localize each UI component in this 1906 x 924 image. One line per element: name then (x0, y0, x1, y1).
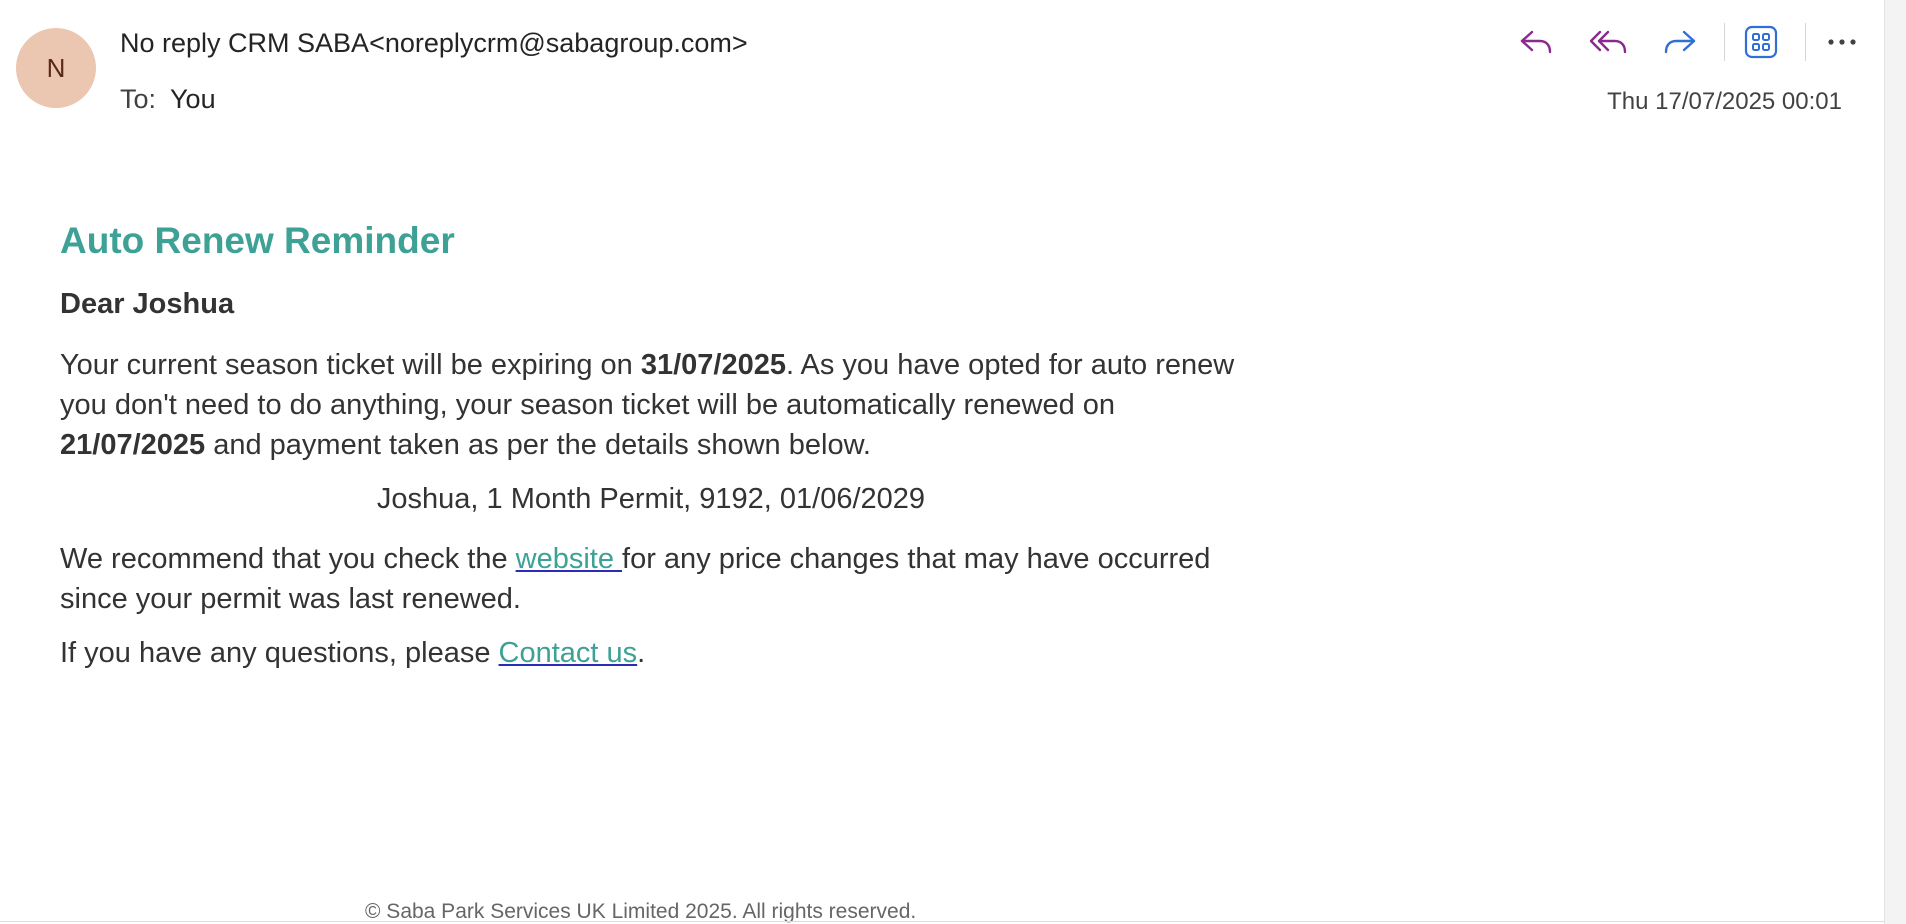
price-check-text: We recommend that you check the (60, 543, 516, 575)
sender-name[interactable]: No reply CRM SABA<noreplycrm@sabagroup.c… (120, 28, 748, 59)
expiry-date: 31/07/2025 (640, 349, 787, 381)
email-reading-pane: N No reply CRM SABA<noreplycrm@sabagroup… (0, 0, 1906, 924)
message-actions-toolbar (1508, 18, 1886, 66)
more-icon (1828, 39, 1856, 45)
contact-us-link[interactable]: Contact us (499, 637, 638, 669)
renewal-text-part: and payment taken as per the details sho… (205, 429, 871, 461)
recipient-line: To: You (120, 84, 216, 115)
forward-icon (1664, 30, 1696, 54)
to-label: To: (120, 84, 157, 114)
sender-avatar[interactable]: N (16, 28, 96, 108)
contact-text: . (637, 637, 646, 669)
contact-paragraph: If you have any questions, please Contac… (60, 633, 1260, 673)
greeting: Dear Joshua (60, 288, 235, 320)
renewal-paragraph: Your current season ticket will be expir… (60, 345, 1260, 465)
reply-button[interactable] (1508, 18, 1564, 66)
contact-text: If you have any questions, please (60, 637, 499, 669)
scrollbar-gutter[interactable] (1884, 0, 1906, 924)
permit-details: Joshua, 1 Month Permit, 9192, 01/06/2029 (376, 483, 926, 515)
website-link[interactable]: website (516, 543, 622, 575)
renew-date: 21/07/2025 (60, 429, 206, 461)
price-check-paragraph: We recommend that you check the website … (60, 539, 1260, 619)
reply-all-icon (1589, 30, 1627, 54)
renewal-text-part: Your current season ticket will be expir… (60, 349, 641, 381)
apps-icon (1744, 25, 1778, 59)
toolbar-divider (1805, 23, 1806, 61)
reply-icon (1520, 30, 1552, 54)
pane-bottom-border (0, 921, 1884, 922)
more-actions-button[interactable] (1814, 18, 1870, 66)
recipient-you[interactable]: You (170, 84, 216, 114)
forward-button[interactable] (1652, 18, 1708, 66)
reply-all-button[interactable] (1580, 18, 1636, 66)
message-title: Auto Renew Reminder (60, 220, 455, 261)
apps-button[interactable] (1733, 18, 1789, 66)
message-body: Auto Renew Reminder Dear Joshua Your cur… (60, 220, 1260, 687)
toolbar-divider (1724, 23, 1725, 61)
avatar-initial: N (46, 52, 66, 83)
message-timestamp: Thu 17/07/2025 00:01 (1607, 88, 1842, 115)
